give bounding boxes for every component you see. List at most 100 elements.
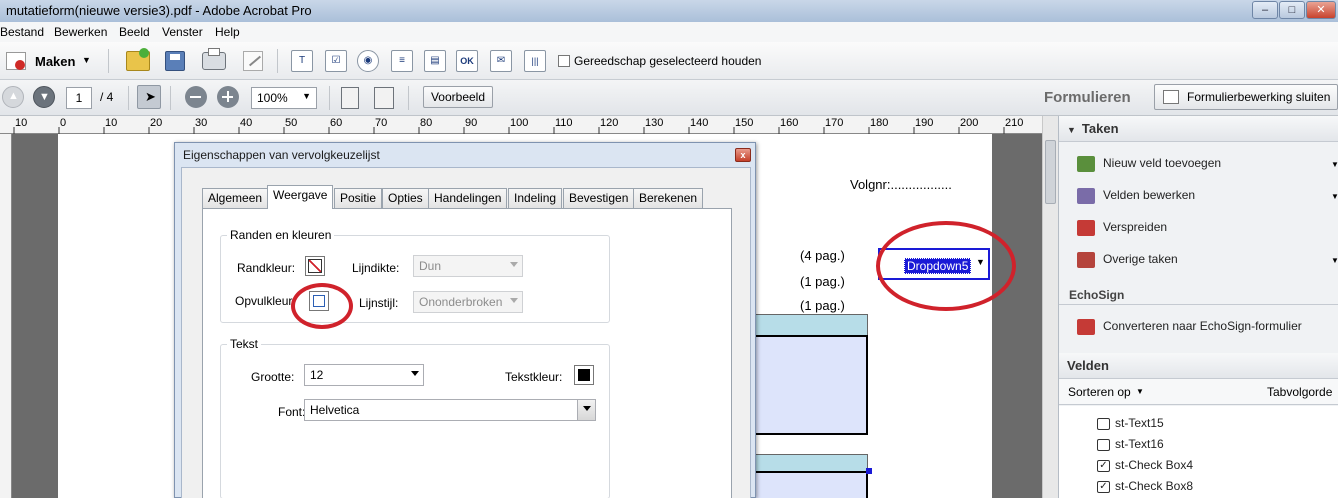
field-list-item[interactable]: st-Text15 — [1097, 416, 1164, 430]
tab-algemeen[interactable]: Algemeen — [202, 188, 269, 208]
maximize-button[interactable]: □ — [1279, 1, 1305, 19]
chevron-down-icon[interactable]: ▼ — [302, 91, 311, 101]
divider — [170, 86, 171, 110]
button-tool-icon[interactable]: OK — [456, 50, 478, 72]
digital-signature-tool-icon[interactable]: ✉ — [490, 50, 512, 72]
field-name: st-Check Box8 — [1115, 479, 1194, 493]
field-list-item[interactable]: ✓ st-Check Box8 — [1097, 479, 1193, 493]
form-text-box[interactable] — [748, 471, 868, 498]
form-text-box[interactable] — [748, 335, 868, 435]
save-icon[interactable] — [165, 51, 185, 71]
tab-bevestigen[interactable]: Bevestigen — [563, 188, 635, 208]
ruler-label: 110 — [555, 117, 573, 129]
ruler-label: 0 — [60, 117, 67, 129]
zoom-out-icon[interactable] — [185, 86, 207, 108]
line-style-select[interactable]: Ononderbroken — [413, 291, 523, 313]
full-screen-icon[interactable] — [374, 87, 394, 109]
echosign-icon — [1077, 319, 1095, 335]
zoom-input[interactable]: 100% ▼ — [251, 87, 317, 109]
field-list-item[interactable]: st-Text16 — [1097, 437, 1164, 451]
ruler-label: 160 — [780, 117, 799, 129]
collapse-icon: ▼ — [1067, 125, 1076, 135]
divider — [277, 49, 278, 73]
border-color-label: Randkleur: — [237, 261, 296, 275]
zoom-in-icon[interactable] — [217, 86, 239, 108]
echosign-convert[interactable]: Converteren naar EchoSign-formulier — [1077, 319, 1302, 335]
menu-help[interactable]: Help — [215, 25, 240, 39]
dropdown-properties-dialog: Eigenschappen van vervolgkeuzelijst x Al… — [174, 142, 756, 498]
border-color-swatch[interactable] — [305, 256, 325, 276]
font-select-button[interactable] — [577, 400, 595, 420]
next-page-icon[interactable]: ▼ — [33, 86, 55, 108]
menu-beeld[interactable]: Beeld — [119, 25, 150, 39]
text-color-swatch[interactable] — [574, 365, 594, 385]
task-distribute[interactable]: Verspreiden — [1077, 220, 1167, 236]
field-list-item[interactable]: ✓ st-Check Box4 — [1097, 458, 1193, 472]
line-width-select[interactable]: Dun — [413, 255, 523, 277]
tab-berekenen[interactable]: Berekenen — [633, 188, 704, 208]
ruler-label: 170 — [825, 117, 844, 129]
edit-document-icon[interactable] — [243, 51, 263, 71]
task-other[interactable]: Overige taken — [1077, 252, 1178, 268]
menu-venster[interactable]: Venster — [162, 25, 203, 39]
maken-button[interactable]: Maken — [35, 54, 75, 69]
preview-button[interactable]: Voorbeeld — [423, 86, 493, 108]
close-form-editing-button[interactable]: Formulierbewerking sluiten — [1154, 84, 1338, 110]
selection-handle[interactable] — [866, 468, 872, 474]
menu-bewerken[interactable]: Bewerken — [54, 25, 107, 39]
taken-header[interactable]: ▼ Taken — [1059, 116, 1338, 142]
chevron-down-icon[interactable]: ▼ — [82, 55, 91, 65]
task-label: Velden bewerken — [1103, 188, 1196, 203]
task-edit-fields[interactable]: Velden bewerken — [1077, 188, 1195, 204]
scrollbar-thumb[interactable] — [1045, 140, 1056, 204]
navigation-toolbar: ▲ ▼ 1 / 4 ➤ 100% ▼ Voorbeeld Formulieren … — [0, 80, 1338, 116]
tab-positie[interactable]: Positie — [334, 188, 383, 208]
ruler-label: 120 — [600, 117, 619, 129]
checkbox-tool-icon[interactable]: ☑ — [325, 50, 347, 72]
font-size-value: 12 — [310, 368, 324, 382]
tab-handelingen[interactable]: Handelingen — [428, 188, 508, 208]
select-cursor-icon[interactable]: ➤ — [137, 85, 161, 109]
open-folder-icon[interactable] — [126, 48, 150, 71]
vertical-scrollbar[interactable] — [1042, 116, 1058, 498]
fit-page-icon[interactable] — [341, 87, 359, 109]
tab-weergave[interactable]: Weergave — [267, 185, 334, 209]
chevron-down-icon[interactable]: ▼ — [1136, 387, 1144, 396]
weergave-panel: Randen en kleuren Randkleur: Opvulkleur … — [202, 208, 732, 498]
dialog-close-button[interactable]: x — [735, 148, 751, 162]
print-icon[interactable] — [202, 48, 226, 70]
keep-tool-label: Gereedschap geselecteerd houden — [574, 54, 762, 68]
text-field-tool-icon[interactable]: T — [291, 50, 313, 72]
dropdown-tool-icon[interactable]: ▤ — [424, 50, 446, 72]
previous-page-icon[interactable]: ▲ — [2, 86, 24, 108]
field-name: st-Text16 — [1115, 437, 1164, 451]
tab-opties[interactable]: Opties — [382, 188, 429, 208]
barcode-tool-icon[interactable]: ||| — [524, 50, 546, 72]
font-select[interactable]: Helvetica — [304, 399, 596, 421]
minimize-button[interactable]: – — [1252, 1, 1278, 19]
radio-button-tool-icon[interactable]: ◉ — [357, 50, 379, 72]
menu-bar: Bestand Bewerken Beeld Venster Help — [0, 22, 1338, 42]
title-bar: mutatieform(nieuwe versie3).pdf - Adobe … — [0, 0, 1338, 22]
chevron-down-icon[interactable]: ▼ — [1331, 160, 1338, 169]
task-add-field[interactable]: Nieuw veld toevoegen — [1077, 156, 1221, 172]
tab-order-label[interactable]: Tabvolgorde — [1267, 385, 1332, 399]
chevron-down-icon[interactable]: ▼ — [1331, 256, 1338, 265]
sort-by-dropdown[interactable]: Sorteren op — [1068, 385, 1131, 399]
divider — [1059, 304, 1338, 305]
chevron-down-icon[interactable]: ▼ — [1331, 192, 1338, 201]
size-label: Grootte: — [251, 370, 295, 384]
divider — [408, 86, 409, 110]
menu-bestand[interactable]: Bestand — [0, 25, 44, 39]
page-total: / 4 — [100, 90, 114, 104]
annotation-circle — [291, 283, 353, 329]
keep-tool-checkbox[interactable] — [558, 55, 570, 67]
velden-header[interactable]: Velden — [1059, 353, 1338, 379]
line-width-label: Lijndikte: — [352, 261, 400, 275]
close-window-button[interactable]: ✕ — [1306, 1, 1336, 19]
list-box-tool-icon[interactable]: ≡ — [391, 50, 413, 72]
page-count-text: (4 pag.) — [800, 248, 845, 263]
font-size-select[interactable]: 12 — [304, 364, 424, 386]
tab-indeling[interactable]: Indeling — [508, 188, 563, 208]
page-number-input[interactable]: 1 — [66, 87, 92, 109]
